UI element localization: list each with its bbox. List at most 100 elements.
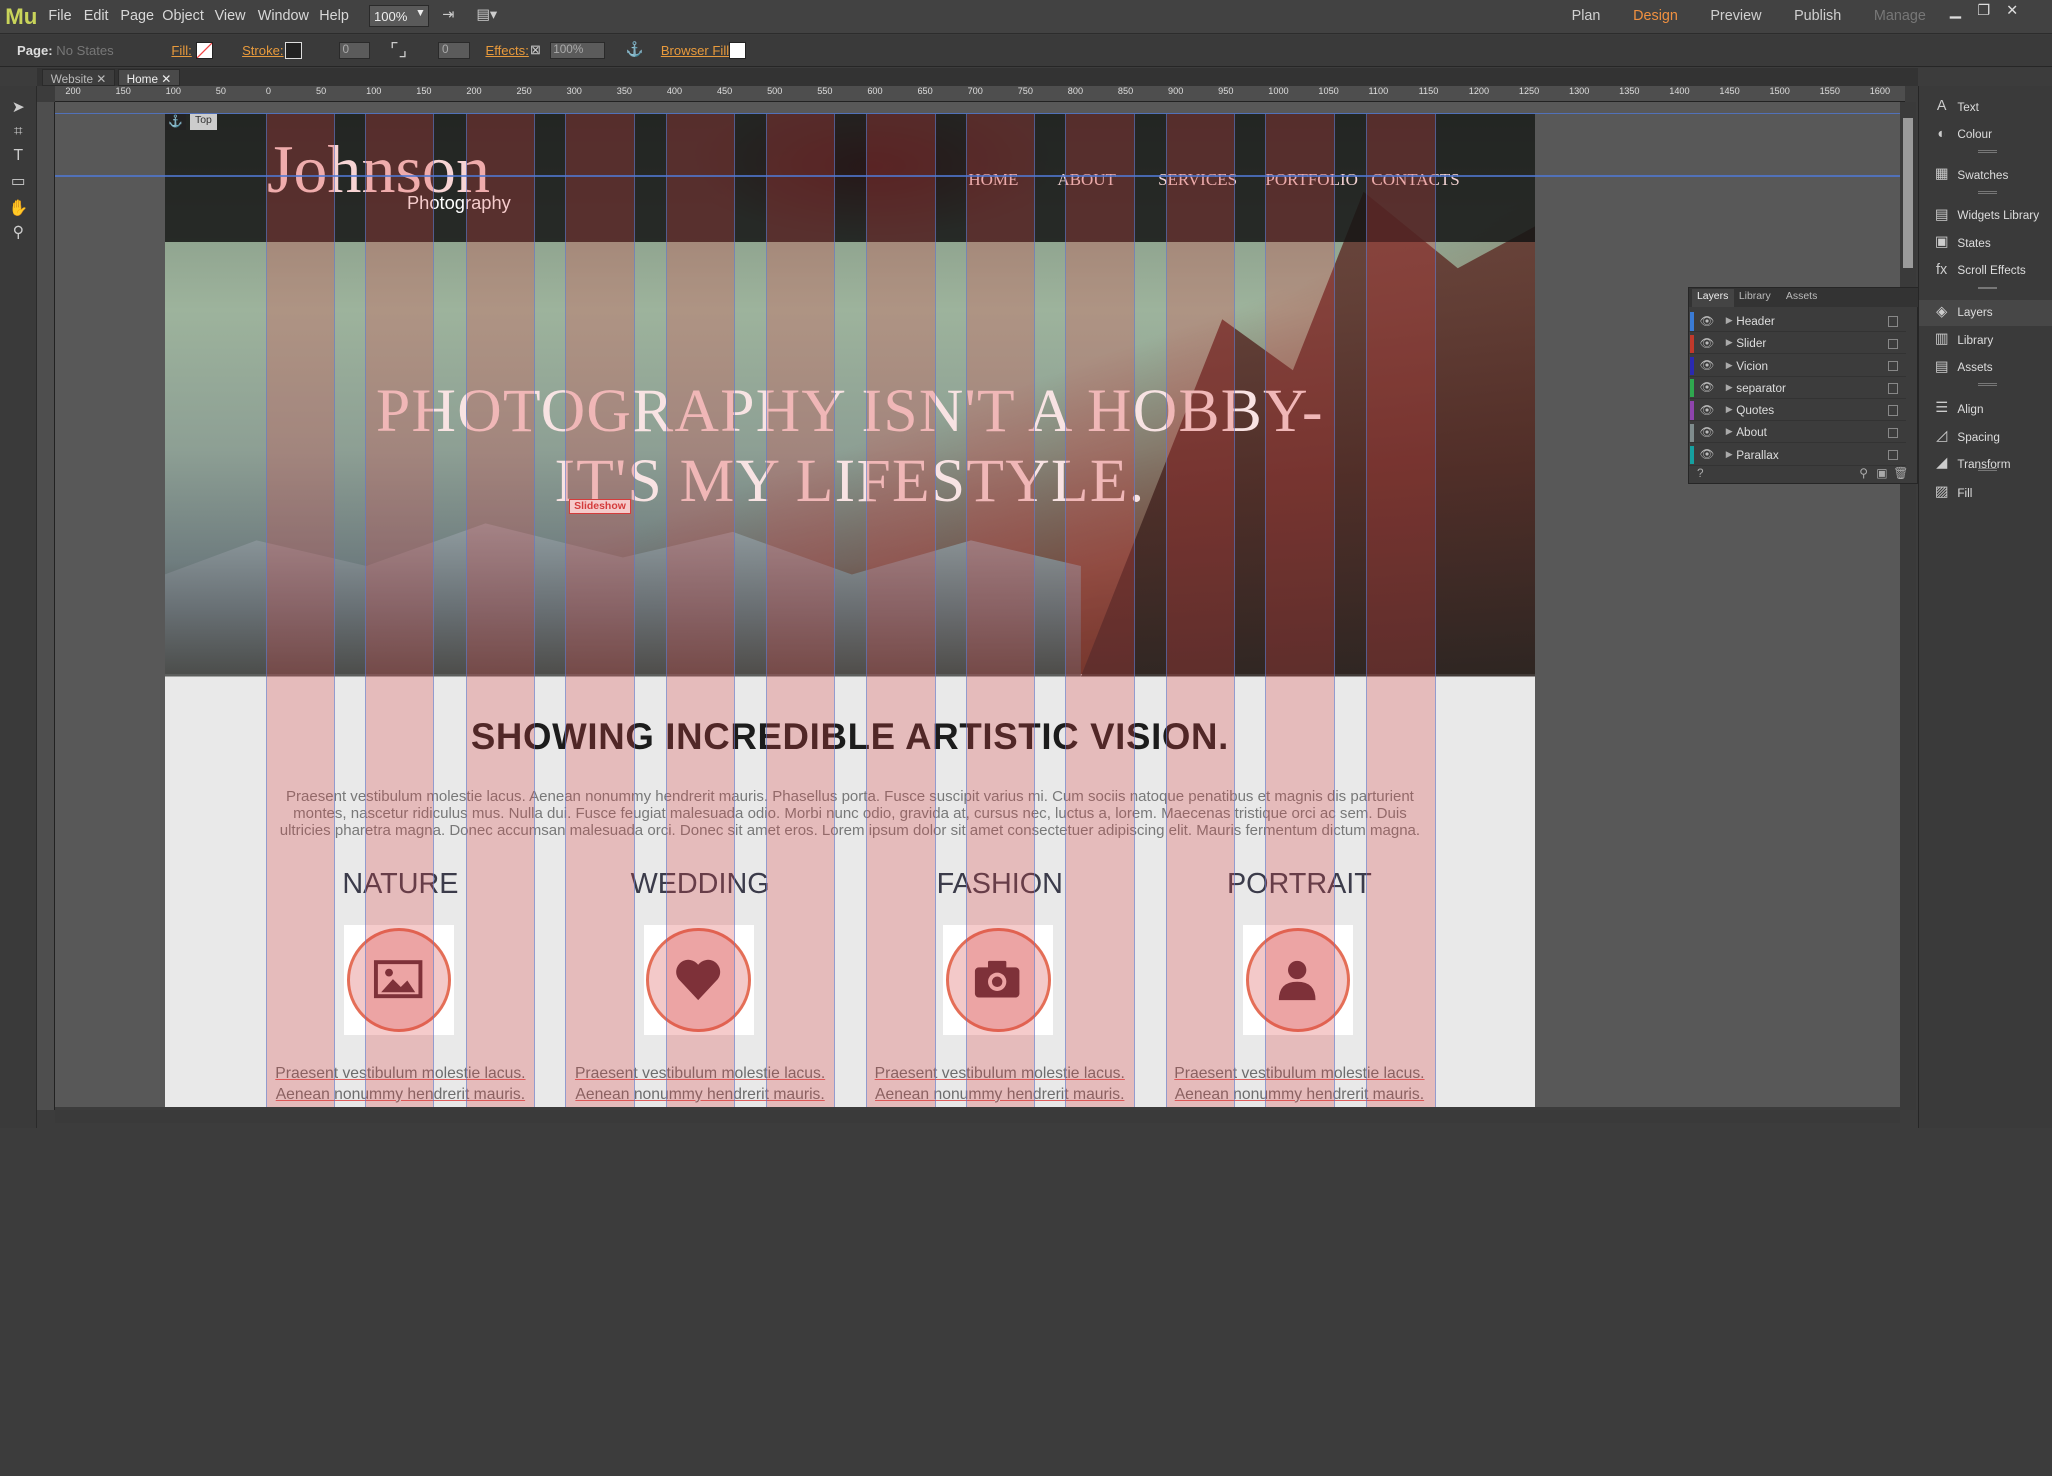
scrollbar-thumb[interactable]	[1902, 117, 1914, 269]
category-text-fashion[interactable]: Praesent vestibulum molestie lacus. Aenea…	[869, 1064, 1131, 1106]
panel-layers[interactable]: ◈ Layers	[1919, 299, 2052, 326]
vertical-scrollbar[interactable]	[1900, 102, 1916, 1110]
expand-arrow-icon[interactable]: ▶	[1726, 404, 1733, 415]
search-icon[interactable]: ⚲	[1859, 466, 1868, 480]
eye-icon[interactable]: 👁	[1700, 380, 1715, 394]
stroke-width-input[interactable]: 0	[338, 41, 371, 59]
panel-group-grip[interactable]	[1978, 468, 1997, 472]
panel-states[interactable]: ▣ States	[1919, 230, 2052, 256]
mode-publish[interactable]: Publish	[1794, 8, 1841, 24]
category-title-wedding[interactable]: WEDDING	[569, 868, 831, 901]
eye-icon[interactable]: 👁	[1700, 403, 1715, 417]
panel-scroll-effects[interactable]: fx Scroll Effects	[1919, 258, 2052, 284]
view-options-icon[interactable]: ▤▾	[476, 7, 497, 25]
category-text-nature[interactable]: Praesent vestibulum molestie lacus. Aenea…	[270, 1064, 532, 1106]
menu-object[interactable]: Object	[162, 8, 204, 24]
anchor-icon[interactable]: ⚓	[626, 41, 644, 59]
new-layer-icon[interactable]: ▣	[1876, 466, 1887, 480]
effects-none-icon[interactable]: ⊠	[530, 42, 548, 60]
horizontal-guide[interactable]	[54, 175, 1901, 177]
expand-arrow-icon[interactable]: ▶	[1726, 382, 1733, 393]
panel-spacing[interactable]: ◿ Spacing	[1919, 424, 2052, 450]
layer-row-quotes[interactable]: 👁 ▶ Quotes	[1689, 400, 1907, 422]
close-icon[interactable]: ✕	[96, 73, 106, 86]
tab-assets[interactable]: Assets	[1781, 289, 1823, 307]
section-paragraph[interactable]: Praesent vestibulum molestie lacus. Aene…	[267, 788, 1433, 839]
eye-icon[interactable]: 👁	[1700, 425, 1715, 439]
menu-file[interactable]: File	[48, 8, 71, 24]
horizontal-ruler[interactable]: 200 150 100 50 0 50 100 150 200 250 300 350 400 450 50…	[54, 86, 1906, 103]
menu-window[interactable]: Window	[258, 8, 309, 24]
panel-text[interactable]: A Text	[1919, 94, 2052, 120]
design-canvas[interactable]: Johnson Photography HOME ABOUT SERVICES …	[54, 102, 1901, 1108]
category-icon-fashion[interactable]	[943, 925, 1054, 1036]
mode-preview[interactable]: Preview	[1710, 8, 1761, 24]
eye-icon[interactable]: 👁	[1700, 314, 1715, 328]
restore-icon[interactable]: ❐	[1977, 3, 1990, 19]
category-icon-portrait[interactable]	[1243, 925, 1354, 1036]
panel-colour[interactable]: ◐ Colour	[1919, 122, 2052, 148]
rectangle-tool-icon[interactable]: ▭	[8, 171, 29, 192]
crop-tool-icon[interactable]: ⌗	[8, 123, 29, 144]
nav-contacts[interactable]: CONTACTS	[1371, 170, 1459, 190]
layer-row-parallax[interactable]: 👁 ▶ Parallax	[1689, 445, 1907, 466]
nav-portfolio[interactable]: PORTFOLIO	[1265, 170, 1358, 190]
hero-headline-line2[interactable]: IT'S MY LIFESTYLE.	[165, 446, 1535, 517]
tab-library[interactable]: Library	[1734, 289, 1776, 307]
browser-fill-swatch[interactable]	[728, 41, 746, 59]
expand-arrow-icon[interactable]: ▶	[1726, 315, 1733, 326]
horizontal-scrollbar[interactable]	[54, 1109, 1901, 1123]
opacity-input[interactable]: 100%	[549, 41, 605, 59]
expand-arrow-icon[interactable]: ▶	[1726, 360, 1733, 371]
category-icon-wedding[interactable]	[643, 925, 754, 1036]
zoom-tool-icon[interactable]: ⚲	[8, 222, 29, 243]
mode-manage[interactable]: Manage	[1874, 8, 1926, 24]
tab-layers[interactable]: Layers	[1691, 288, 1734, 308]
panel-swatches[interactable]: ▦ Swatches	[1919, 162, 2052, 188]
expand-arrow-icon[interactable]: ▶	[1726, 337, 1733, 348]
layer-select-box[interactable]	[1888, 405, 1899, 416]
browser-fill-label[interactable]: Browser Fill:	[661, 43, 733, 58]
category-title-fashion[interactable]: FASHION	[869, 868, 1131, 901]
layer-select-box[interactable]	[1888, 360, 1899, 372]
layer-row-vicion[interactable]: 👁 ▶ Vicion	[1689, 356, 1907, 377]
hero-headline-line1[interactable]: PHOTOGRAPHY ISN'T A HOBBY-	[165, 376, 1535, 447]
vertical-ruler[interactable]	[36, 102, 55, 1110]
panel-widgets-library[interactable]: ▤ Widgets Library	[1919, 203, 2052, 229]
fill-label[interactable]: Fill:	[171, 43, 191, 58]
panel-fill[interactable]: ▨ Fill	[1919, 480, 2052, 506]
page-states-select[interactable]: No States	[56, 43, 113, 58]
category-icon-nature[interactable]	[344, 925, 455, 1036]
panel-group-grip[interactable]	[1978, 286, 1997, 290]
layer-select-box[interactable]	[1888, 427, 1899, 439]
layer-select-box[interactable]	[1888, 316, 1899, 327]
slideshow-widget-label[interactable]: Slideshow	[569, 498, 631, 515]
page-home[interactable]: Johnson Photography HOME ABOUT SERVICES …	[164, 113, 1535, 1108]
eye-icon[interactable]: 👁	[1700, 447, 1715, 461]
layer-row-header[interactable]: 👁 ▶ Header	[1689, 311, 1907, 333]
hand-tool-icon[interactable]: ✋	[8, 198, 29, 219]
tab-home[interactable]: Home ✕	[117, 69, 180, 87]
minimize-icon[interactable]: ▁	[1950, 3, 1961, 19]
expand-arrow-icon[interactable]: ▶	[1726, 426, 1733, 437]
zoom-select[interactable]: 100% ▼	[369, 5, 430, 28]
panel-library[interactable]: ▥ Library	[1919, 327, 2052, 353]
menu-view[interactable]: View	[215, 8, 246, 24]
selection-tool-icon[interactable]: ➤	[8, 97, 29, 118]
close-icon[interactable]: ✕	[2006, 3, 2018, 19]
mode-plan[interactable]: Plan	[1572, 8, 1601, 24]
effects-label[interactable]: Effects:	[485, 43, 528, 58]
layer-select-box[interactable]	[1888, 383, 1899, 394]
section-title[interactable]: SHOWING INCREDIBLE ARTISTIC VISION.	[165, 716, 1535, 758]
layer-row-slider[interactable]: 👁 ▶ Slider	[1689, 333, 1907, 355]
panel-group-grip[interactable]	[1978, 150, 1997, 154]
panel-group-grip[interactable]	[1978, 191, 1997, 194]
help-icon[interactable]: ?	[1697, 467, 1704, 480]
panel-transform[interactable]: ◢ Transform	[1919, 451, 2052, 477]
category-title-nature[interactable]: NATURE	[270, 868, 532, 901]
layer-select-box[interactable]	[1888, 449, 1899, 461]
category-text-wedding[interactable]: Praesent vestibulum molestie lacus. Aenea…	[569, 1064, 831, 1106]
layer-row-about[interactable]: 👁 ▶ About	[1689, 422, 1907, 444]
stroke-swatch[interactable]	[285, 41, 303, 59]
nav-about[interactable]: ABOUT	[1057, 170, 1116, 190]
